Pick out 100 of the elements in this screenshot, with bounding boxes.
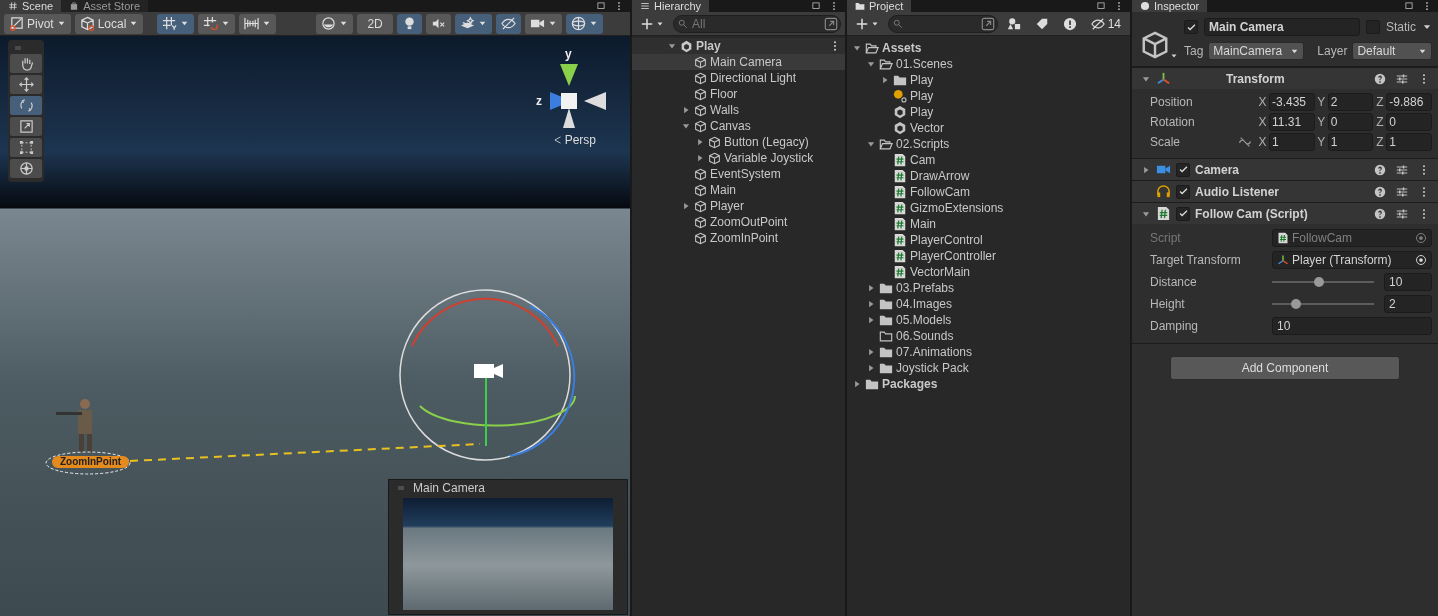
hierarchy-item[interactable]: Main Camera	[632, 54, 845, 70]
tool-button[interactable]	[10, 159, 42, 178]
project-item[interactable]: 05.Models	[847, 312, 1130, 328]
project-item[interactable]: Play	[847, 88, 1130, 104]
project-item[interactable]: Cam	[847, 152, 1130, 168]
number-field[interactable]: 1	[1327, 133, 1374, 151]
toolbar-button[interactable]	[396, 13, 422, 34]
project-item[interactable]: Vector	[847, 120, 1130, 136]
toolbar-button[interactable]	[454, 13, 492, 34]
toolbar-button[interactable]: Local	[74, 13, 144, 34]
project-item[interactable]: Play	[847, 72, 1130, 88]
project-item[interactable]: 07.Animations	[847, 344, 1130, 360]
toolbar-button[interactable]: Pivot	[4, 13, 71, 34]
toolbar-button[interactable]	[495, 13, 521, 34]
tool-button[interactable]	[10, 75, 42, 94]
hierarchy-item[interactable]: ZoomInPoint	[632, 230, 845, 246]
hierarchy-item[interactable]: Walls	[632, 102, 845, 118]
expand-arrow-icon[interactable]	[851, 43, 862, 53]
project-item[interactable]: 02.Scripts	[847, 136, 1130, 152]
project-item[interactable]: GizmoExtensions	[847, 200, 1130, 216]
project-item[interactable]: DrawArrow	[847, 168, 1130, 184]
component-header[interactable]: Camera	[1132, 158, 1438, 180]
component-header[interactable]: Transform	[1132, 67, 1438, 89]
field-label: Layer	[1317, 43, 1348, 60]
scene-header[interactable]: Play	[632, 38, 845, 54]
number-field[interactable]: 0	[1386, 113, 1432, 131]
toolbar-button[interactable]	[198, 13, 236, 34]
project-item[interactable]: Assets	[847, 40, 1130, 56]
number-field[interactable]: 10	[1384, 273, 1432, 291]
checkbox[interactable]	[1184, 20, 1198, 34]
tool-button[interactable]	[10, 54, 42, 73]
project-item[interactable]: 03.Prefabs	[847, 280, 1130, 296]
project-item[interactable]: 01.Scenes	[847, 56, 1130, 72]
toolbar-button[interactable]	[425, 13, 451, 34]
project-item[interactable]: Joystick Pack	[847, 360, 1130, 376]
add-component-button[interactable]: Add Component	[1170, 356, 1400, 380]
projection-label[interactable]: Persp	[564, 131, 596, 149]
object-field[interactable]: Player (Transform)	[1272, 251, 1432, 269]
unlinked-icon[interactable]	[1238, 135, 1252, 149]
toolbar-button[interactable]	[565, 13, 603, 34]
checkbox[interactable]	[1176, 184, 1190, 199]
slider-thumb[interactable]	[1313, 277, 1324, 287]
number-field[interactable]: 11.31	[1269, 113, 1315, 131]
search-field[interactable]	[888, 14, 998, 33]
number-field[interactable]: 10	[1272, 317, 1432, 335]
number-field[interactable]: 0	[1327, 113, 1374, 131]
toolbar-button[interactable]	[157, 13, 195, 34]
toolbar-button[interactable]	[239, 13, 277, 34]
tool-button[interactable]	[10, 138, 42, 157]
project-item[interactable]: Play	[847, 104, 1130, 120]
slider-thumb[interactable]	[1291, 299, 1302, 309]
field-label: Rotation	[1150, 114, 1196, 131]
panel-tab[interactable]: Hierarchy	[632, 0, 710, 12]
project-item[interactable]: FollowCam	[847, 184, 1130, 200]
project-item[interactable]: 06.Sounds	[847, 328, 1130, 344]
panel-tab[interactable]: Asset Store	[61, 0, 149, 12]
project-item[interactable]: PlayerController	[847, 248, 1130, 264]
toolbar-button[interactable]	[524, 13, 562, 34]
number-field[interactable]: 2	[1327, 93, 1374, 111]
hierarchy-item[interactable]: Canvas	[632, 118, 845, 134]
name-field[interactable]: Main Camera	[1204, 18, 1360, 36]
number-field[interactable]: 1	[1269, 133, 1315, 151]
hierarchy-item[interactable]: Directional Light	[632, 70, 845, 86]
static-label: Static	[1386, 19, 1416, 36]
project-item[interactable]: Main	[847, 216, 1130, 232]
hierarchy-item[interactable]: Button (Legacy)	[632, 134, 845, 150]
panel-tab[interactable]: Scene	[0, 0, 62, 12]
checkbox[interactable]	[1176, 206, 1190, 221]
project-item[interactable]: VectorMain	[847, 264, 1130, 280]
hierarchy-item[interactable]: Variable Joystick	[632, 150, 845, 166]
toolbar-button[interactable]	[316, 13, 354, 34]
layer-dropdown[interactable]: Default	[1352, 42, 1432, 60]
project-item[interactable]: 04.Images	[847, 296, 1130, 312]
expand-arrow-icon[interactable]	[865, 59, 876, 69]
panel-tab[interactable]: Project	[847, 0, 912, 12]
project-item[interactable]: PlayerControl	[847, 232, 1130, 248]
expand-arrow-icon[interactable]	[865, 139, 876, 149]
tool-button[interactable]	[10, 96, 42, 115]
hierarchy-item[interactable]: Player	[632, 198, 845, 214]
component-header[interactable]: Audio Listener	[1132, 180, 1438, 202]
hierarchy-item[interactable]: Main	[632, 182, 845, 198]
checkbox[interactable]	[1176, 162, 1190, 177]
search-field[interactable]: All	[673, 14, 841, 33]
hidden-packages-toggle[interactable]: 14	[1085, 13, 1126, 34]
view-mode-toggle[interactable]: 2D	[357, 13, 393, 34]
panel-tab[interactable]: Inspector	[1132, 0, 1208, 12]
tag-dropdown[interactable]: MainCamera	[1208, 42, 1305, 60]
number-field[interactable]: -3.435	[1269, 93, 1315, 111]
hierarchy-item[interactable]: ZoomOutPoint	[632, 214, 845, 230]
number-field[interactable]: 2	[1384, 295, 1432, 313]
hierarchy-item[interactable]: EventSystem	[632, 166, 845, 182]
expand-arrow-icon[interactable]	[680, 121, 691, 131]
component-header[interactable]: Follow Cam (Script)	[1132, 202, 1438, 224]
hierarchy-item[interactable]: Floor	[632, 86, 845, 102]
tool-button[interactable]	[10, 117, 42, 136]
plus-icon	[641, 17, 653, 30]
number-field[interactable]: -9.886	[1386, 93, 1432, 111]
expand-arrow-icon[interactable]	[666, 41, 677, 51]
project-item[interactable]: Packages	[847, 376, 1130, 392]
number-field[interactable]: 1	[1386, 133, 1432, 151]
